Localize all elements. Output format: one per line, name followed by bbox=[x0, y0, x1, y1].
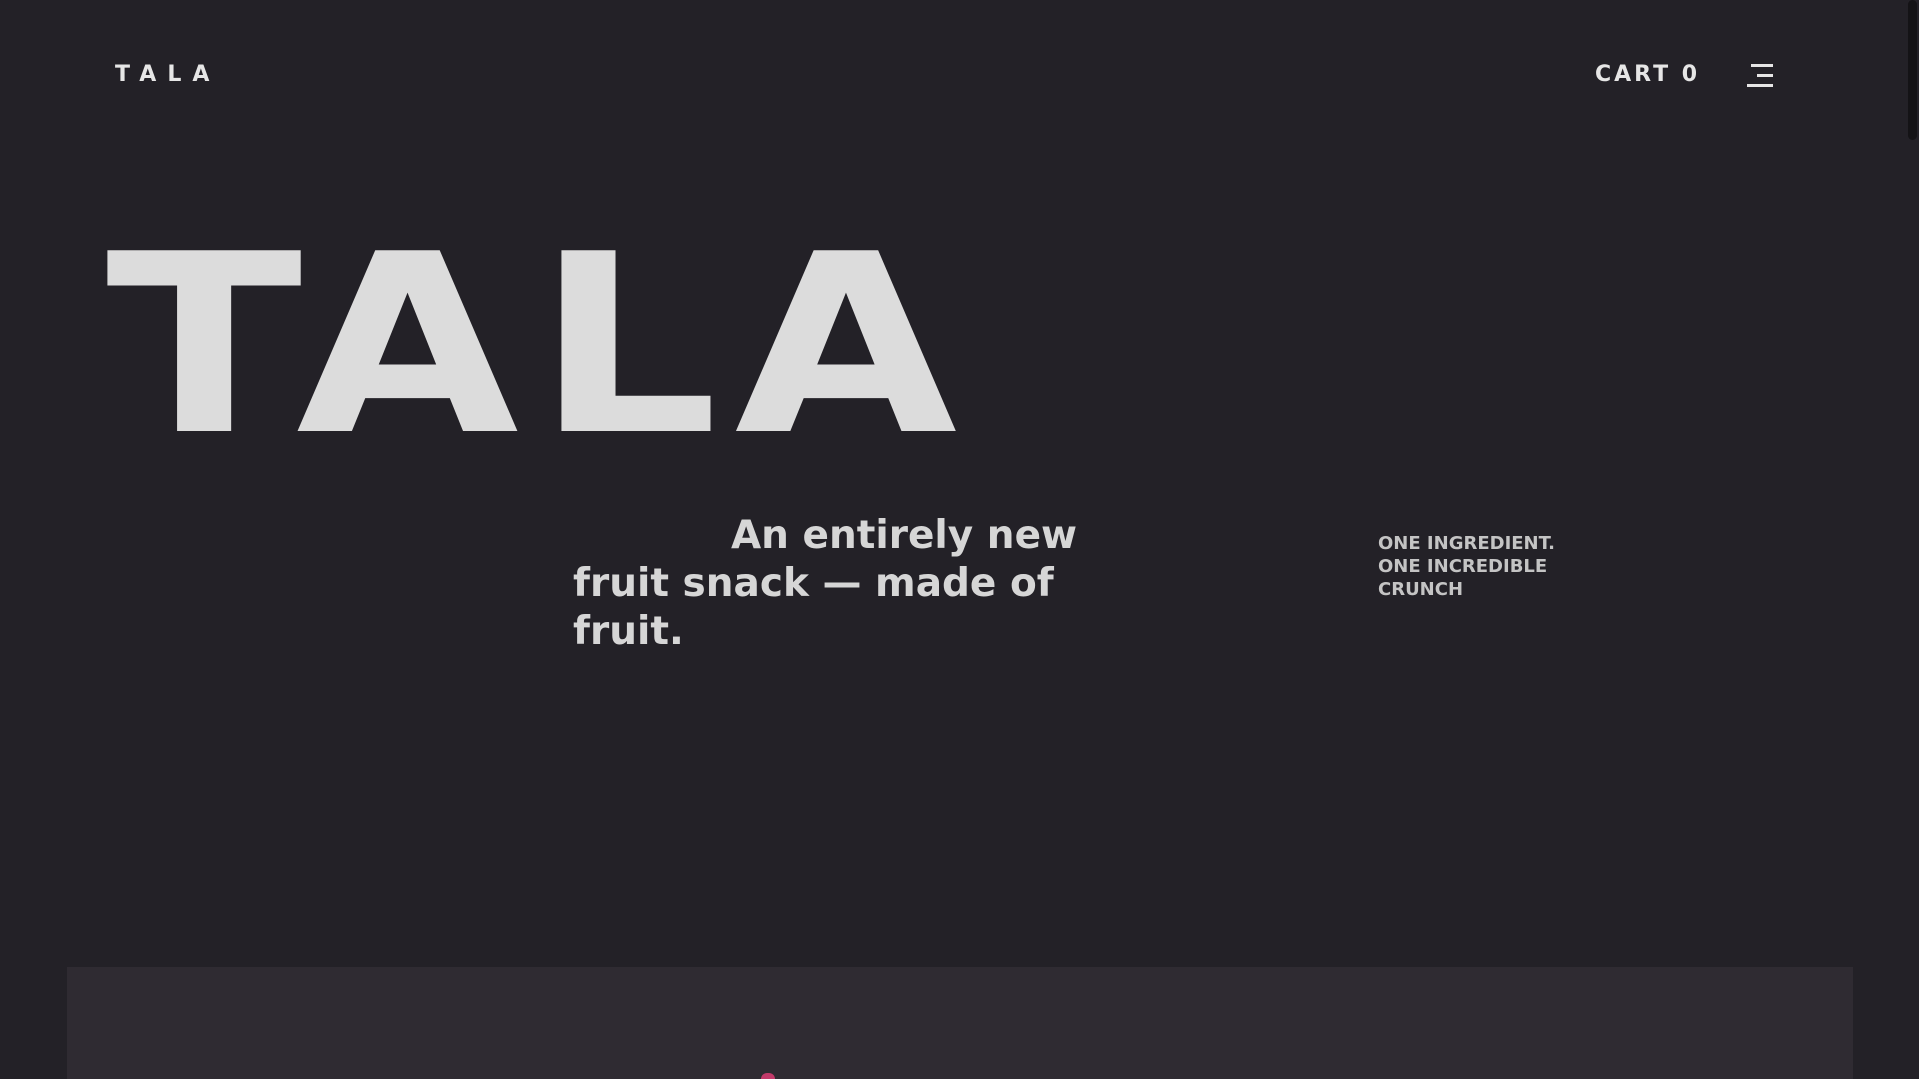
scrollbar-thumb[interactable] bbox=[1908, 0, 1917, 140]
site-logo[interactable]: TALA bbox=[115, 62, 220, 87]
side-note-line: ONE INCREDIBLE bbox=[1378, 556, 1548, 577]
landing-page: TALA CART 0 TALA An entirely new fruit s… bbox=[0, 0, 1919, 1079]
hero-side-note: ONE INGREDIENT. ONE INCREDIBLE CRUNCH bbox=[1378, 532, 1618, 601]
product-showcase-panel bbox=[67, 967, 1853, 1079]
hero-tagline: An entirely new fruit snack — made of fr… bbox=[573, 513, 1078, 654]
side-note-line: CRUNCH bbox=[1378, 579, 1464, 600]
hero-title: TALA bbox=[106, 202, 974, 490]
hamburger-menu-icon[interactable] bbox=[1745, 63, 1775, 89]
product-image bbox=[761, 1073, 775, 1079]
side-note-line: ONE INGREDIENT. bbox=[1378, 533, 1556, 554]
scrollbar[interactable] bbox=[1905, 0, 1919, 1079]
cart-link[interactable]: CART 0 bbox=[1595, 62, 1700, 87]
